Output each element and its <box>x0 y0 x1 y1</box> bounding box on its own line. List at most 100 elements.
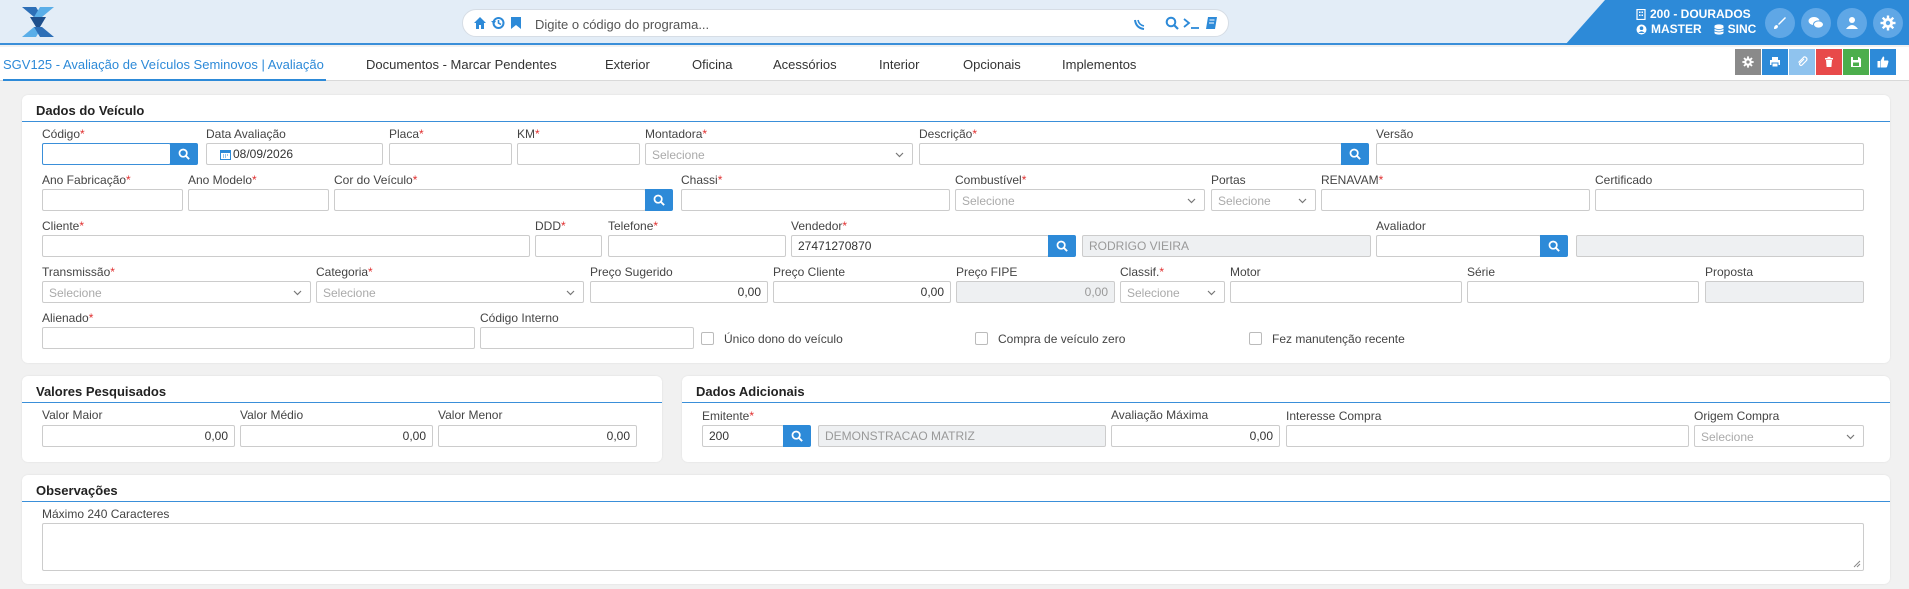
voice-icon[interactable] <box>1133 17 1147 31</box>
avaliacao-maxima-input[interactable] <box>1111 425 1280 447</box>
chevron-down-icon <box>1207 290 1216 296</box>
bookmark-icon[interactable] <box>509 16 523 30</box>
print-button[interactable] <box>1762 49 1788 75</box>
montadora-select[interactable]: Selecione <box>645 143 913 165</box>
search-icon <box>1349 148 1361 160</box>
program-search-input[interactable] <box>535 15 1095 33</box>
data-avaliacao-input[interactable]: 08/09/2026 <box>206 143 383 165</box>
sync-label[interactable]: SINC <box>1728 22 1757 37</box>
database-icon <box>1714 24 1724 35</box>
chassi-label: Chassi* <box>681 173 723 187</box>
settings-button[interactable] <box>1873 8 1903 38</box>
compra-zero-checkbox[interactable] <box>975 332 988 345</box>
alienado-input[interactable] <box>42 327 475 349</box>
codigo-input[interactable] <box>42 143 171 165</box>
profile-button[interactable] <box>1837 8 1867 38</box>
app-logo[interactable] <box>20 5 56 39</box>
preco-sugerido-input[interactable] <box>590 281 768 303</box>
vendedor-search-button[interactable] <box>1048 235 1076 257</box>
portas-label: Portas <box>1211 173 1246 187</box>
manutencao-label: Fez manutenção recente <box>1272 332 1405 346</box>
resize-handle-icon[interactable] <box>1853 560 1861 568</box>
avaliador-input[interactable] <box>1376 235 1541 257</box>
book-icon[interactable] <box>1205 16 1219 30</box>
theme-button[interactable] <box>1765 8 1795 38</box>
renavam-input[interactable] <box>1321 189 1590 211</box>
tab-exterior[interactable]: Exterior <box>605 57 650 72</box>
tab-avaliacao[interactable]: SGV125 - Avaliação de Veículos Seminovos… <box>3 57 324 72</box>
classif-select[interactable]: Selecione <box>1120 281 1225 303</box>
valor-menor-label: Valor Menor <box>438 408 503 422</box>
descricao-input[interactable] <box>919 143 1342 165</box>
interesse-compra-input[interactable] <box>1286 425 1689 447</box>
cliente-input[interactable] <box>42 235 530 257</box>
preco-cliente-input[interactable] <box>773 281 951 303</box>
codigo-interno-label: Código Interno <box>480 311 559 325</box>
save-button[interactable] <box>1843 49 1869 75</box>
codigo-search-button[interactable] <box>170 143 198 165</box>
emitente-search-button[interactable] <box>783 425 811 447</box>
certificado-input[interactable] <box>1595 189 1864 211</box>
transmissao-select[interactable]: Selecione <box>42 281 311 303</box>
tab-acessorios[interactable]: Acessórios <box>773 57 837 72</box>
delete-button[interactable] <box>1816 49 1842 75</box>
vendedor-input[interactable] <box>791 235 1049 257</box>
serie-label: Série <box>1467 265 1496 279</box>
attach-button[interactable] <box>1789 49 1815 75</box>
proposta-label: Proposta <box>1705 265 1754 279</box>
codigo-interno-input[interactable] <box>480 327 694 349</box>
tab-opcionais[interactable]: Opcionais <box>963 57 1021 72</box>
top-bar: 200 - DOURADOS MASTER SINC <box>0 0 1909 45</box>
user-label[interactable]: MASTER <box>1651 22 1702 37</box>
origem-compra-select[interactable]: Selecione <box>1694 425 1864 447</box>
cor-veiculo-input[interactable] <box>334 189 646 211</box>
telefone-label: Telefone* <box>608 219 659 233</box>
observacoes-textarea[interactable] <box>42 523 1864 571</box>
categoria-select[interactable]: Selecione <box>316 281 584 303</box>
search-icon[interactable] <box>1165 16 1179 30</box>
avaliador-search-button[interactable] <box>1540 235 1568 257</box>
km-input[interactable] <box>517 143 640 165</box>
descricao-search-button[interactable] <box>1341 143 1369 165</box>
preco-sugerido-label: Preço Sugerido <box>590 265 673 279</box>
ano-fabricacao-input[interactable] <box>42 189 183 211</box>
versao-input[interactable] <box>1376 143 1864 165</box>
unico-dono-checkbox[interactable] <box>701 332 714 345</box>
home-icon[interactable] <box>473 16 487 30</box>
renavam-label: RENAVAM* <box>1321 173 1384 187</box>
ddd-input[interactable] <box>535 235 602 257</box>
combustivel-select[interactable]: Selecione <box>955 189 1205 211</box>
branch-label[interactable]: 200 - DOURADOS <box>1650 7 1751 22</box>
terminal-icon[interactable] <box>1183 16 1201 30</box>
calendar-icon[interactable] <box>220 149 231 160</box>
motor-input[interactable] <box>1230 281 1462 303</box>
panel-valores-pesquisados: Valores Pesquisados <box>22 376 662 462</box>
portas-select[interactable]: Selecione <box>1211 189 1316 211</box>
valor-medio-input[interactable] <box>240 425 433 447</box>
chevron-down-icon <box>1187 198 1196 204</box>
emitente-input[interactable] <box>702 425 784 447</box>
tab-oficina[interactable]: Oficina <box>692 57 732 72</box>
valor-maior-label: Valor Maior <box>42 408 103 422</box>
vendedor-nome-display: RODRIGO VIEIRA <box>1082 235 1371 257</box>
tab-implementos[interactable]: Implementos <box>1062 57 1136 72</box>
config-button[interactable] <box>1735 49 1761 75</box>
vendedor-label: Vendedor* <box>791 219 848 233</box>
cor-veiculo-search-button[interactable] <box>645 189 673 211</box>
manutencao-checkbox[interactable] <box>1249 332 1262 345</box>
chassi-input[interactable] <box>681 189 950 211</box>
valor-menor-input[interactable] <box>438 425 637 447</box>
telefone-input[interactable] <box>608 235 786 257</box>
chat-button[interactable] <box>1801 8 1831 38</box>
cor-veiculo-label: Cor do Veículo* <box>334 173 418 187</box>
valor-maior-input[interactable] <box>42 425 235 447</box>
ano-modelo-input[interactable] <box>188 189 329 211</box>
serie-input[interactable] <box>1467 281 1699 303</box>
approve-button[interactable] <box>1870 49 1896 75</box>
tab-interior[interactable]: Interior <box>879 57 919 72</box>
tab-documentos[interactable]: Documentos - Marcar Pendentes <box>366 57 557 72</box>
trash-icon <box>1825 56 1833 67</box>
placa-input[interactable] <box>389 143 512 165</box>
transmissao-label: Transmissão* <box>42 265 115 279</box>
history-icon[interactable] <box>491 16 505 30</box>
